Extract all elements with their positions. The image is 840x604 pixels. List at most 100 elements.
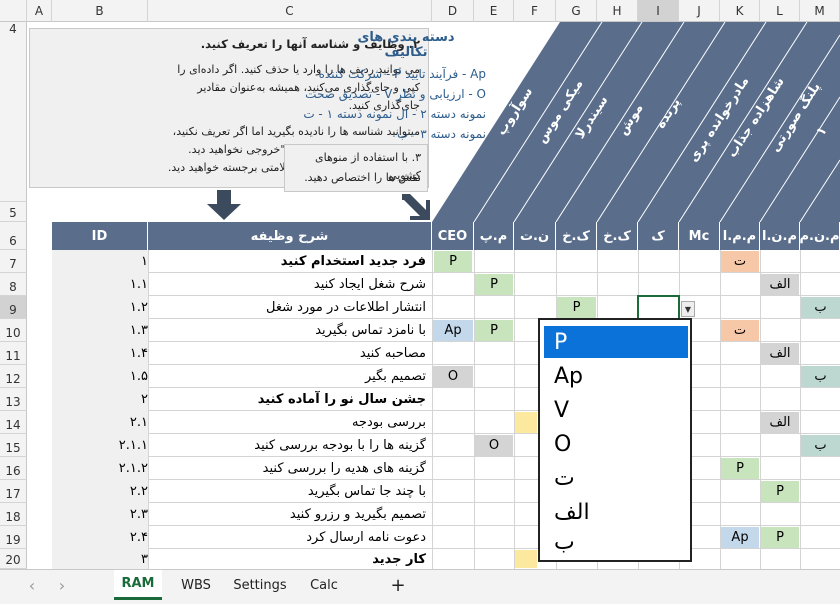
dropdown-option-alef[interactable]: الف [544,496,688,528]
dropdown-option-ap[interactable]: Ap [544,360,688,392]
column-header-j[interactable]: J [679,0,720,22]
role-cell-r16-k[interactable]: P [721,458,759,479]
dropdown-option-p[interactable]: P [544,326,688,358]
column-header-h[interactable]: H [597,0,638,22]
role-cell-r20-f[interactable] [515,550,537,568]
tab-prev-icon[interactable]: ‹ [20,570,44,600]
task-id[interactable]: ۱.۱ [52,273,148,296]
dropdown-option-b[interactable]: ب [544,526,688,558]
column-header-k[interactable]: K [720,0,760,22]
task-id[interactable]: ۲.۱.۲ [52,457,148,480]
role-cell-r7-ceo[interactable]: P [434,251,472,272]
task-id[interactable]: ۲.۱.۱ [52,434,148,457]
role-cell-r15-m[interactable]: ب [801,435,840,456]
task-id[interactable]: ۱.۲ [52,296,148,319]
row-header-8[interactable]: 8 [0,273,27,296]
row-header-5[interactable]: 5 [0,202,27,222]
dropdown-option-v[interactable]: V [544,394,688,426]
row-header-15[interactable]: 15 [0,434,27,457]
task-id[interactable]: ۱ [52,250,148,273]
row-header-6[interactable]: 6 [0,222,27,250]
tab-wbs[interactable]: WBS [170,570,222,600]
role-cell-r10-ceo[interactable]: Ap [433,320,473,341]
row-header-20[interactable]: 20 [0,549,27,569]
active-cell-i9[interactable] [637,295,680,320]
role-cell-r12-m[interactable]: ب [801,366,840,387]
task-desc[interactable]: تصمیم بگیرید و رزرو کنید [148,503,432,526]
dropdown-option-o[interactable]: O [544,428,688,460]
dropdown-arrow-icon[interactable]: ▼ [681,301,695,317]
tab-calc[interactable]: Calc [298,570,350,600]
tab-next-icon[interactable]: › [50,570,74,600]
row-header-19[interactable]: 19 [0,526,27,549]
role-cell-r17-l[interactable]: P [761,481,799,502]
tab-ram[interactable]: RAM [114,570,162,600]
task-id[interactable]: ۱.۵ [52,365,148,388]
row-header-4[interactable]: 4 [0,22,27,202]
row-header-16[interactable]: 16 [0,457,27,480]
row-header-12[interactable]: 12 [0,365,27,388]
column-header-g[interactable]: G [556,0,597,22]
task-desc[interactable]: شرح شغل ایجاد کنید [148,273,432,296]
role-cell-r19-l[interactable]: P [761,527,799,548]
dropdown-list[interactable]: P Ap V O ت الف ب [538,318,692,562]
header-role-6: ک [638,222,679,250]
column-header-m[interactable]: M [800,0,840,22]
role-cell-r8-l[interactable]: الف [761,274,799,295]
row-header-7[interactable]: 7 [0,250,27,273]
role-cell-r11-l[interactable]: الف [761,343,799,364]
task-id[interactable]: ۲.۳ [52,503,148,526]
row-header-10[interactable]: 10 [0,319,27,342]
task-id[interactable]: ۲ [52,388,148,411]
row-header-14[interactable]: 14 [0,411,27,434]
row-header-13[interactable]: 13 [0,388,27,411]
task-id[interactable]: ۲.۴ [52,526,148,549]
column-header-d[interactable]: D [432,0,474,22]
row-header-9[interactable]: 9 [0,296,27,319]
role-cell-r8-e[interactable]: P [475,274,513,295]
header-role-1: CEO [432,222,474,250]
tab-settings[interactable]: Settings [228,570,292,600]
task-desc[interactable]: گزینه های هدیه را بررسی کنید [148,457,432,480]
role-cell-r15-e[interactable]: O [475,435,513,456]
task-id[interactable]: ۱.۴ [52,342,148,365]
task-desc[interactable]: مصاحبه کنید [148,342,432,365]
role-cell-r9-g[interactable]: P [557,297,596,318]
task-desc[interactable]: انتشار اطلاعات در مورد شغل [148,296,432,319]
column-header-a[interactable]: A [27,0,52,22]
task-id[interactable]: ۲.۱ [52,411,148,434]
task-id[interactable]: ۱.۳ [52,319,148,342]
step3-box: ۳. با استفاده از منوهای کشویی نقش ها را … [284,144,428,192]
role-cell-r10-e[interactable]: P [475,320,513,341]
task-desc[interactable]: با چند جا تماس بگیرید [148,480,432,503]
task-desc[interactable]: فرد جدید استخدام کنید [148,250,432,273]
column-header-c[interactable]: C [148,0,432,22]
task-desc[interactable]: کار جدید [148,549,432,569]
role-cell-r9-m[interactable]: ب [801,297,840,318]
task-id[interactable]: ۲.۲ [52,480,148,503]
row-header-11[interactable]: 11 [0,342,27,365]
column-header-f[interactable]: F [514,0,556,22]
role-cell-r7-k[interactable]: ت [721,251,759,272]
role-cell-r10-k[interactable]: ت [721,320,759,341]
role-cell-r19-k[interactable]: Ap [721,527,759,548]
column-header-i[interactable]: I [638,0,679,22]
add-sheet-button[interactable]: + [384,570,412,600]
column-header-e[interactable]: E [474,0,514,22]
task-desc[interactable]: با نامزد تماس بگیرید [148,319,432,342]
task-desc[interactable]: جشن سال نو را آماده کنید [148,388,432,411]
role-cell-r12-ceo[interactable]: O [433,366,473,387]
column-header-l[interactable]: L [760,0,800,22]
row-header-17[interactable]: 17 [0,480,27,503]
dropdown-option-t[interactable]: ت [544,462,688,494]
column-header-b[interactable]: B [52,0,148,22]
role-cell-r14-f[interactable] [515,412,537,433]
row-header-18[interactable]: 18 [0,503,27,526]
select-all-corner[interactable] [0,0,27,22]
task-id[interactable]: ۳ [52,549,148,569]
task-desc[interactable]: گزینه ها را با بودجه بررسی کنید [148,434,432,457]
task-desc[interactable]: بررسی بودجه [148,411,432,434]
role-cell-r14-l[interactable]: الف [761,412,799,433]
task-desc[interactable]: دعوت نامه ارسال کرد [148,526,432,549]
task-desc[interactable]: تصمیم بگیر [148,365,432,388]
